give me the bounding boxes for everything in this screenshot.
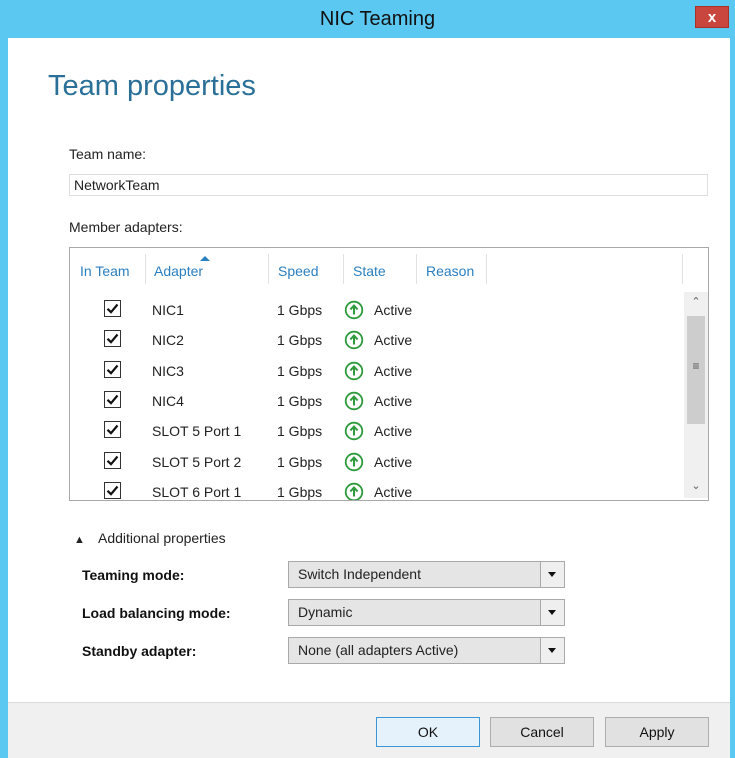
scroll-down-icon[interactable]: ⌄ — [684, 476, 708, 496]
column-divider[interactable] — [416, 254, 417, 284]
active-state-icon — [344, 331, 364, 350]
table-row[interactable]: NIC4 1 Gbps Active — [70, 386, 684, 416]
additional-properties-toggle[interactable]: ▲ Additional properties — [74, 530, 226, 546]
adapter-name: NIC1 — [152, 302, 184, 318]
adapter-state: Active — [374, 423, 413, 440]
active-state-icon — [344, 300, 364, 320]
adapter-speed: 1 Gbps — [277, 392, 323, 409]
load-balancing-mode-value: Dynamic — [298, 604, 353, 620]
load-balancing-mode-label: Load balancing mode: — [82, 605, 231, 621]
column-header-adapter-label: Adapter — [154, 263, 204, 279]
adapter-name: SLOT 5 Port 2 — [152, 453, 242, 470]
column-header-adapter[interactable]: Adapter — [154, 260, 203, 282]
column-header-speed[interactable]: Speed — [278, 260, 318, 282]
table-row[interactable]: SLOT 5 Port 1 1 Gbps Active — [70, 416, 684, 446]
teaming-mode-value: Switch Independent — [298, 566, 421, 582]
column-divider[interactable] — [682, 254, 683, 284]
active-state-icon — [344, 482, 364, 500]
active-state-icon — [344, 421, 364, 441]
adapter-speed: 1 Gbps — [277, 362, 323, 379]
chevron-up-icon: ▲ — [74, 534, 85, 546]
vertical-scrollbar[interactable]: ⌃ ≡ ⌄ — [684, 292, 708, 498]
adapter-name: NIC4 — [152, 392, 184, 409]
teaming-mode-label: Teaming mode: — [82, 567, 185, 583]
window-title: NIC Teaming — [319, 8, 436, 30]
in-team-checkbox[interactable] — [104, 451, 121, 469]
table-row[interactable]: NIC1 1 Gbps Active — [70, 295, 684, 325]
member-adapters-label: Member adapters: — [69, 219, 183, 235]
sort-ascending-icon — [200, 256, 210, 261]
column-divider[interactable] — [268, 254, 269, 284]
checkmark-icon — [106, 303, 119, 314]
standby-adapter-value: None (all adapters Active) — [298, 642, 459, 658]
in-team-checkbox[interactable] — [104, 421, 121, 439]
column-divider[interactable] — [486, 254, 487, 284]
column-header-in-team[interactable]: In Team — [80, 260, 130, 282]
adapter-name: NIC2 — [152, 332, 184, 349]
adapter-speed: 1 Gbps — [277, 332, 323, 349]
in-team-checkbox[interactable] — [104, 300, 121, 317]
adapter-state: Active — [374, 453, 413, 470]
adapter-speed: 1 Gbps — [277, 423, 323, 440]
ok-button[interactable]: OK — [376, 717, 480, 747]
scroll-up-icon[interactable]: ⌃ — [684, 292, 708, 312]
member-adapters-grid[interactable]: In Team Adapter Speed State Reason NIC1 1… — [69, 247, 709, 501]
dropdown-arrow-icon[interactable] — [540, 600, 564, 625]
checkmark-icon — [106, 394, 119, 405]
standby-adapter-label: Standby adapter: — [82, 643, 197, 659]
window-border-right — [730, 38, 735, 758]
table-row[interactable]: SLOT 5 Port 2 1 Gbps Active — [70, 447, 684, 477]
team-name-input[interactable]: NetworkTeam — [69, 174, 708, 196]
table-row[interactable]: NIC3 1 Gbps Active — [70, 356, 684, 386]
adapter-speed: 1 Gbps — [277, 302, 323, 318]
column-header-state[interactable]: State — [353, 260, 386, 282]
grip-icon: ≡ — [692, 359, 700, 373]
checkmark-icon — [106, 364, 119, 375]
standby-adapter-dropdown[interactable]: None (all adapters Active) — [288, 637, 565, 664]
in-team-checkbox[interactable] — [104, 360, 121, 378]
adapter-name: SLOT 5 Port 1 — [152, 423, 242, 440]
scrollbar-thumb[interactable]: ≡ — [687, 316, 705, 424]
adapter-name: NIC3 — [152, 362, 184, 379]
adapter-state: Active — [374, 302, 413, 318]
table-row[interactable]: SLOT 6 Port 1 1 Gbps Active — [70, 477, 684, 500]
adapter-speed: 1 Gbps — [277, 453, 323, 470]
checkmark-icon — [106, 455, 119, 466]
dropdown-arrow-icon[interactable] — [540, 638, 564, 663]
active-state-icon — [344, 391, 364, 411]
checkmark-icon — [106, 424, 119, 435]
apply-button[interactable]: Apply — [605, 717, 709, 747]
adapter-state: Active — [374, 362, 413, 379]
in-team-checkbox[interactable] — [104, 390, 121, 408]
adapter-state: Active — [374, 332, 413, 349]
teaming-mode-dropdown[interactable]: Switch Independent — [288, 561, 565, 588]
adapter-state: Active — [374, 392, 413, 409]
table-row[interactable]: NIC2 1 Gbps Active — [70, 325, 684, 355]
column-divider[interactable] — [145, 254, 146, 284]
close-button[interactable]: x — [695, 6, 729, 28]
active-state-icon — [344, 361, 364, 380]
window-border-left — [0, 38, 8, 758]
team-name-label: Team name: — [69, 146, 147, 162]
load-balancing-mode-dropdown[interactable]: Dynamic — [288, 599, 565, 626]
adapter-name: SLOT 6 Port 1 — [152, 483, 242, 500]
in-team-checkbox[interactable] — [104, 481, 121, 499]
column-header-reason[interactable]: Reason — [426, 260, 474, 282]
checkmark-icon — [106, 485, 119, 496]
active-state-icon — [344, 452, 364, 471]
page-title: Team properties — [48, 70, 256, 102]
column-divider[interactable] — [343, 254, 344, 284]
dropdown-arrow-icon[interactable] — [540, 562, 564, 587]
in-team-checkbox[interactable] — [104, 330, 121, 348]
adapter-state: Active — [374, 483, 413, 500]
adapter-speed: 1 Gbps — [277, 483, 323, 500]
checkmark-icon — [106, 334, 119, 345]
additional-properties-label: Additional properties — [98, 530, 226, 546]
cancel-button[interactable]: Cancel — [490, 717, 594, 747]
